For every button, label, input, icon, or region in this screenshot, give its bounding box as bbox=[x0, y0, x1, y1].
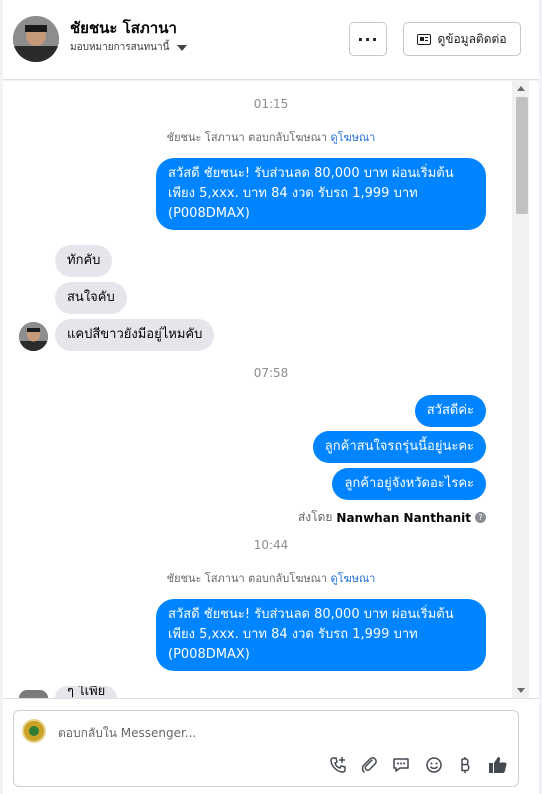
contact-avatar-small bbox=[19, 322, 48, 351]
ad-reply-note: ชัยชนะ โสภานา ตอบกลับโฆษณา ดูโฆษณา bbox=[3, 128, 539, 146]
timestamp: 10:44 bbox=[253, 538, 289, 552]
view-contact-button[interactable]: ดูข้อมูลติดต่อ bbox=[403, 22, 521, 56]
incoming-message[interactable]: ทักคับ bbox=[55, 245, 113, 277]
assign-conversation-dropdown[interactable]: มอบหมายการสนทนานี้ bbox=[70, 40, 188, 55]
reply-input[interactable]: ตอบกลับใน Messenger... bbox=[58, 724, 196, 743]
timestamp: 01:15 bbox=[253, 97, 289, 111]
emoji-icon[interactable] bbox=[423, 754, 445, 776]
ad-reply-text: ชัยชนะ โสภานา ตอบกลับโฆษณา bbox=[166, 131, 327, 144]
attachment-icon[interactable] bbox=[358, 754, 380, 776]
caret-down-icon bbox=[177, 44, 188, 51]
incoming-message-partial[interactable]: ๆ ไเพีย bbox=[55, 686, 118, 698]
baht-icon[interactable] bbox=[454, 754, 476, 776]
outgoing-message[interactable]: สวัสดีค่ะ bbox=[414, 395, 486, 427]
conversation-header: ชัยชนะ โสภานา มอบหมายการสนทนานี้ ··· ดูข… bbox=[3, 0, 539, 80]
page-avatar bbox=[22, 719, 46, 743]
saved-reply-icon[interactable] bbox=[390, 754, 412, 776]
thumbs-up-icon[interactable] bbox=[487, 754, 509, 776]
outgoing-message[interactable]: ลูกค้าอยู่จังหวัดอะไรคะ bbox=[332, 468, 486, 500]
view-ad-link[interactable]: ดูโฆษณา bbox=[331, 572, 376, 585]
more-options-button[interactable]: ··· bbox=[349, 22, 387, 56]
scrollbar-thumb[interactable] bbox=[516, 97, 528, 214]
call-add-icon[interactable] bbox=[327, 754, 349, 776]
outgoing-message[interactable]: สวัสดี ชัยชนะ! รับส่วนลด 80,000 บาท ผ่อน… bbox=[156, 599, 486, 671]
sent-by-prefix: ส่งโดย bbox=[297, 510, 333, 524]
assign-label: มอบหมายการสนทนานี้ bbox=[70, 42, 170, 53]
sent-by-note: ส่งโดย Nanwhan Nanthanit ? bbox=[298, 508, 486, 527]
ad-reply-text: ชัยชนะ โสภานา ตอบกลับโฆษณา bbox=[166, 572, 327, 585]
sender-name: Nanwhan Nanthanit bbox=[336, 510, 471, 525]
ad-reply-note: ชัยชนะ โสภานา ตอบกลับโฆษณา ดูโฆษณา bbox=[3, 569, 539, 587]
contact-card-icon bbox=[417, 33, 432, 45]
outgoing-message[interactable]: สวัสดี ชัยชนะ! รับส่วนลด 80,000 บาท ผ่อน… bbox=[156, 158, 486, 230]
contact-name[interactable]: ชัยชนะ โสภานา bbox=[70, 16, 177, 40]
contact-avatar[interactable] bbox=[13, 16, 59, 62]
scroll-down-icon[interactable] bbox=[517, 688, 525, 693]
help-icon[interactable]: ? bbox=[475, 512, 486, 523]
incoming-message[interactable]: สนใจคับ bbox=[55, 282, 127, 314]
contact-avatar-small bbox=[19, 690, 48, 698]
timestamp: 07:58 bbox=[253, 366, 289, 380]
incoming-message[interactable]: แคปสีขาวยังมีอยู่ไหมคับ bbox=[55, 319, 215, 351]
scroll-up-icon[interactable] bbox=[517, 86, 525, 91]
outgoing-message[interactable]: ลูกค้าสนใจรถรุ่นนี้อยู่นะคะ bbox=[312, 431, 486, 463]
view-ad-link[interactable]: ดูโฆษณา bbox=[331, 131, 376, 144]
view-contact-label: ดูข้อมูลติดต่อ bbox=[437, 31, 507, 46]
